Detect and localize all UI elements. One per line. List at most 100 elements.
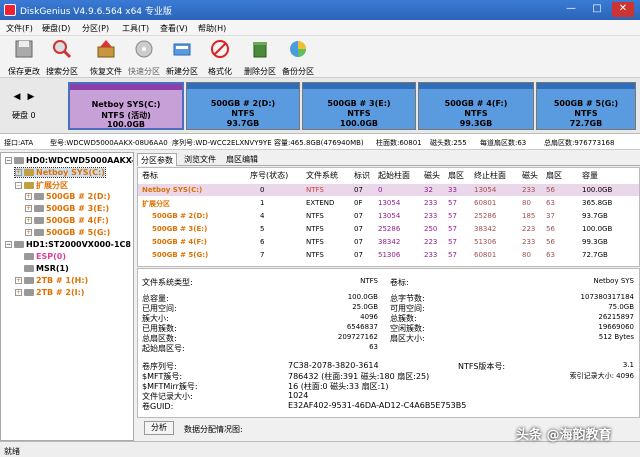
detail-label: 起始扇区号:: [142, 344, 185, 353]
row-cell: 223: [522, 225, 536, 233]
next-disk-button[interactable]: ▶: [26, 92, 36, 106]
row-cell: 07: [354, 251, 363, 259]
row-cell: 223: [424, 238, 438, 246]
row-volume-label: 扩展分区: [142, 200, 170, 208]
window-title: DiskGenius V4.9.6.564 x64 专业版: [20, 7, 172, 17]
row-cell: 25286: [474, 212, 497, 220]
tree-node-e[interactable]: +500GB # 3(E:): [25, 204, 109, 213]
row-cell: 7: [260, 251, 265, 259]
search-partition-button[interactable]: 搜索分区: [40, 38, 84, 76]
status-bar: 就绪: [0, 441, 640, 457]
detail-label: 卷GUID:: [142, 402, 174, 411]
row-cell: 57: [448, 225, 457, 233]
close-button[interactable]: ✕: [612, 2, 634, 17]
row-cell: 07: [354, 186, 363, 194]
menu-view[interactable]: 查看(V): [160, 23, 188, 34]
row-volume-label: 500GB # 4(F:): [152, 238, 207, 246]
row-cell: 99.3GB: [582, 238, 608, 246]
row-cell: 38342: [474, 225, 497, 233]
row-cell: 233: [522, 186, 536, 194]
partition-block-g[interactable]: 500GB # 5(G:) NTFS 72.7GB: [536, 82, 636, 130]
save-icon: [15, 40, 33, 58]
detail-value: 1024: [288, 391, 309, 400]
tab-partition-params[interactable]: 分区参数: [137, 153, 177, 166]
row-cell: 56: [546, 186, 555, 194]
row-cell: NTFS: [306, 212, 324, 220]
tree-node-hd1[interactable]: − HD1:ST2000VX000-1C8: [5, 240, 131, 249]
row-cell: 51306: [378, 251, 401, 259]
row-cell: 233: [424, 199, 438, 207]
tab-strip: 分区参数 浏览文件 扇区编辑: [137, 152, 640, 166]
disk-tree: − HD0:WDCWD5000AAKX-0 + Netboy SYS(C:) − 扩展…: [0, 152, 134, 441]
table-row[interactable]: 500GB # 4(F:) 6 NTFS 07 38342 223 57 51306 233 56…: [138, 236, 639, 248]
row-cell: 57: [448, 251, 457, 259]
tab-browse-files[interactable]: 浏览文件: [181, 153, 219, 166]
table-row[interactable]: 500GB # 3(E:) 5 NTFS 07 25286 250 57 38342 223 56…: [138, 223, 639, 235]
detail-value: 3.1: [622, 361, 634, 369]
backup-partition-button[interactable]: 备份分区: [276, 38, 320, 76]
row-cell: 57: [448, 199, 457, 207]
detail-value: 512 Bytes: [598, 333, 634, 341]
detail-value: 209727162: [337, 333, 378, 341]
status-text: 就绪: [4, 447, 20, 456]
row-cell: 233: [424, 212, 438, 220]
detail-value: 107380317184: [580, 293, 634, 301]
row-cell: 185: [522, 212, 536, 220]
menu-file[interactable]: 文件(F): [6, 23, 33, 34]
table-row[interactable]: 500GB # 5(G:) 7 NTFS 07 51306 233 57 60801 80 63 7…: [138, 249, 639, 261]
tree-node-c[interactable]: + Netboy SYS(C:): [14, 167, 106, 178]
row-cell: 4: [260, 212, 265, 220]
menu-disk[interactable]: 硬盘(D): [42, 23, 70, 34]
tree-node-i[interactable]: +2TB # 2(I:): [15, 288, 84, 297]
toolbar: 保存更改 搜索分区 恢复文件 快速分区 新建分区 格式化 删除分区 备份分区: [0, 36, 640, 78]
prev-disk-button[interactable]: ◀: [12, 92, 22, 106]
trash-icon: [253, 42, 267, 58]
row-cell: 37: [546, 212, 555, 220]
row-cell: EXTEND: [306, 199, 335, 207]
analyze-button[interactable]: 分析: [144, 421, 174, 435]
row-cell: NTFS: [306, 186, 324, 194]
tree-node-extended[interactable]: − 扩展分区: [15, 180, 68, 191]
minimize-button[interactable]: —: [560, 2, 582, 17]
tree-node-esp[interactable]: ESP(0): [15, 252, 66, 261]
detail-value: 19669060: [598, 323, 634, 331]
row-cell: 07: [354, 225, 363, 233]
partition-block-d[interactable]: 500GB # 2(D:) NTFS 93.7GB: [186, 82, 300, 130]
row-cell: 38342: [378, 238, 401, 246]
row-cell: 13054: [378, 212, 401, 220]
format-button[interactable]: 格式化: [198, 38, 242, 76]
magnifier-icon: [53, 40, 72, 59]
row-cell: 51306: [474, 238, 497, 246]
detail-value: 25.0GB: [352, 303, 378, 311]
tree-node-d[interactable]: +500GB # 2(D:): [25, 192, 110, 201]
row-cell: 63: [546, 199, 555, 207]
disk-label: 硬盘 0: [12, 111, 36, 120]
table-row[interactable]: 扩展分区 1 EXTEND 0F 13054 233 57 60801 80 63 365.8GB: [138, 197, 639, 209]
row-cell: 233: [424, 251, 438, 259]
table-row[interactable]: 500GB # 2(D:) 4 NTFS 07 13054 233 57 25286 185 37…: [138, 210, 639, 222]
row-cell: 100.0GB: [582, 186, 613, 194]
tree-node-msr[interactable]: MSR(1): [15, 264, 69, 273]
menu-help[interactable]: 帮助(H): [198, 23, 226, 34]
detail-label: NTFS版本号:: [458, 362, 506, 371]
partition-block-c[interactable]: Netboy SYS(C:) NTFS (活动) 100.0GB: [68, 82, 184, 130]
row-cell: 250: [424, 225, 438, 233]
row-cell: 57: [448, 238, 457, 246]
row-cell: 07: [354, 238, 363, 246]
menu-tools[interactable]: 工具(T): [122, 23, 149, 34]
detail-value: 26215897: [598, 313, 634, 321]
table-row[interactable]: Netboy SYS(C:) 0 NTFS 07 0 32 33 13054 233 56 100.…: [138, 184, 639, 196]
detail-value: 4096: [360, 313, 378, 321]
tree-node-g[interactable]: +500GB # 5(G:): [25, 228, 110, 237]
tree-node-h[interactable]: +2TB # 1(H:): [15, 276, 88, 285]
maximize-button[interactable]: □: [586, 2, 608, 17]
tab-sector-edit[interactable]: 扇区编辑: [223, 153, 261, 166]
tree-node-hd0[interactable]: − HD0:WDCWD5000AAKX-0: [5, 156, 133, 165]
row-cell: 13054: [378, 199, 401, 207]
partition-block-e[interactable]: 500GB # 3(E:) NTFS 100.0GB: [302, 82, 416, 130]
menu-partition[interactable]: 分区(P): [82, 23, 109, 34]
detail-value: 75.0GB: [608, 303, 634, 311]
row-cell: 57: [448, 212, 457, 220]
partition-block-f[interactable]: 500GB # 4(F:) NTFS 99.3GB: [418, 82, 534, 130]
tree-node-f[interactable]: +500GB # 4(F:): [25, 216, 109, 225]
